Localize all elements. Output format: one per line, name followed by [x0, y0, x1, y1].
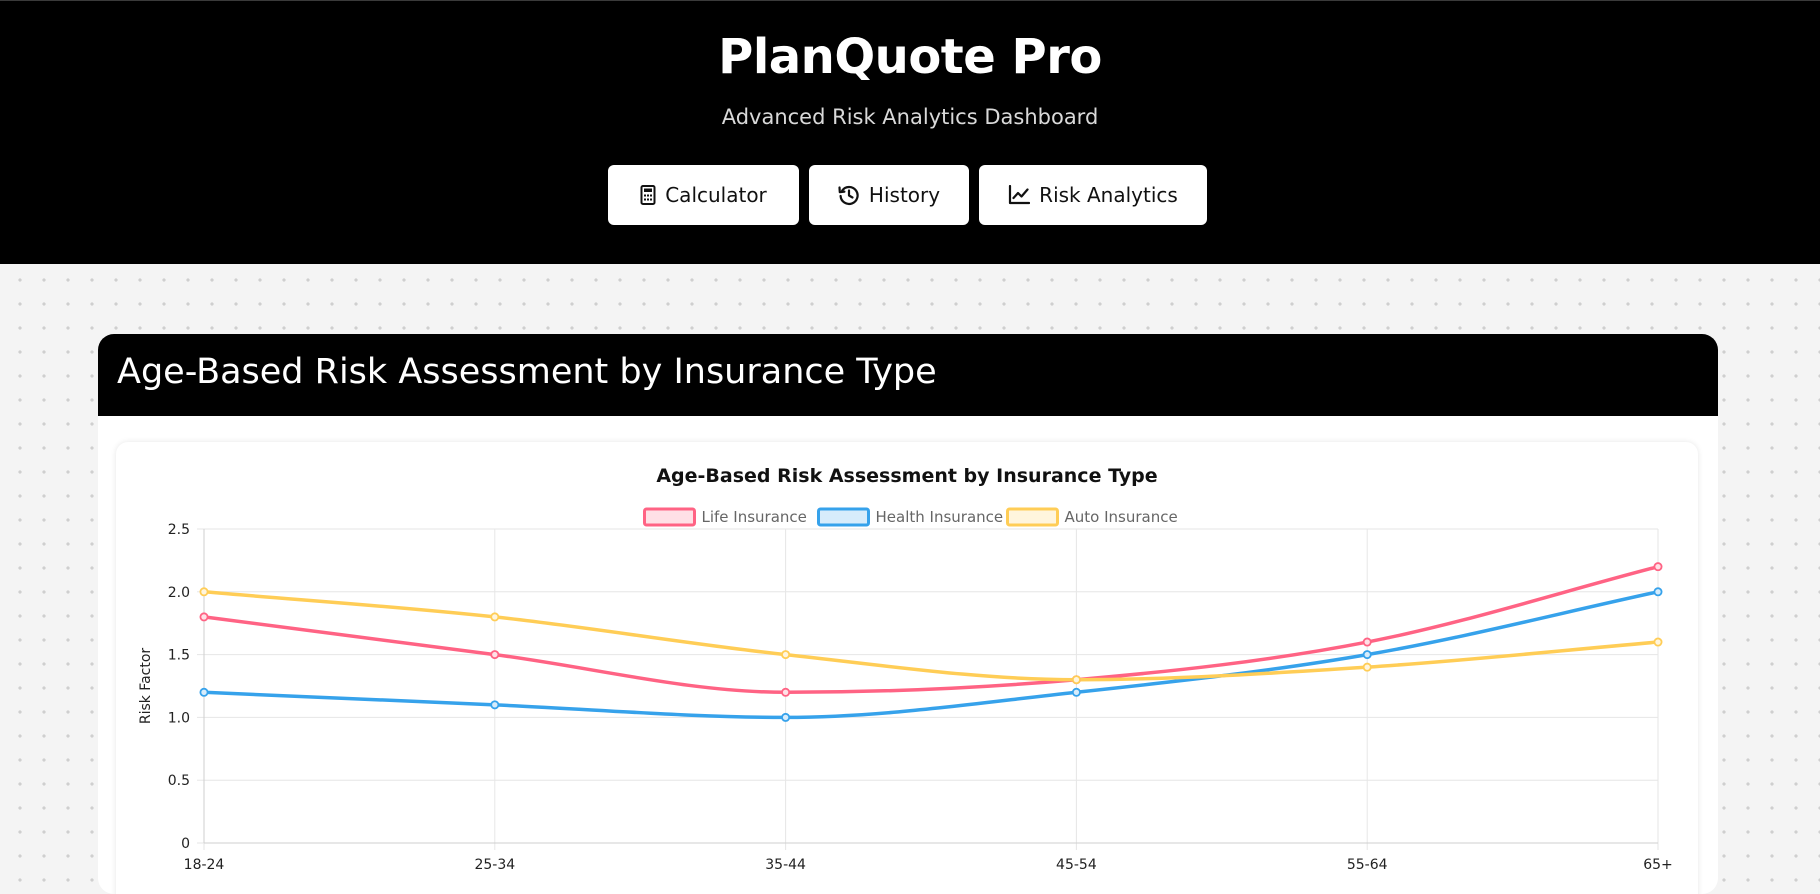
- data-point-2-2: [781, 650, 791, 660]
- risk-analytics-button-label: Risk Analytics: [1039, 183, 1178, 207]
- legend-swatch-2: [1006, 507, 1059, 527]
- card-header: Age-Based Risk Assessment by Insurance T…: [98, 334, 1718, 416]
- data-point-0-1: [490, 650, 500, 660]
- data-point-1-1: [490, 700, 500, 710]
- risk-analytics-button[interactable]: Risk Analytics: [979, 165, 1207, 225]
- data-point-1-3: [1071, 687, 1081, 697]
- chart-title: Age-Based Risk Assessment by Insurance T…: [656, 465, 1157, 487]
- data-point-2-4: [1362, 662, 1372, 672]
- data-point-2-0: [199, 587, 209, 597]
- history-button[interactable]: History: [809, 165, 969, 225]
- y-tick-label-4: 2.0: [168, 585, 190, 601]
- data-point-1-2: [781, 712, 791, 722]
- data-point-0-2: [781, 687, 791, 697]
- y-tick-label-1: 0.5: [168, 773, 190, 789]
- data-point-1-4: [1362, 650, 1372, 660]
- data-point-0-5: [1653, 562, 1663, 572]
- y-tick-label-0: 0: [181, 836, 190, 852]
- data-point-2-5: [1653, 637, 1663, 647]
- legend-swatch-0: [643, 507, 696, 527]
- legend-label-0: Life Insurance: [702, 508, 807, 526]
- legend-swatch-1: [817, 507, 870, 527]
- calculator-button[interactable]: Calculator: [608, 165, 799, 225]
- series-line-0: [202, 564, 1660, 695]
- app-subtitle: Advanced Risk Analytics Dashboard: [721, 105, 1099, 129]
- x-tick-label-4: 55-64: [1347, 857, 1388, 873]
- y-tick-label-2: 1.0: [168, 710, 190, 726]
- x-tick-label-5: 65+: [1643, 857, 1673, 873]
- legend-label-1: Health Insurance: [876, 508, 1004, 526]
- line-chart-icon: [1008, 185, 1031, 205]
- data-point-0-4: [1362, 637, 1372, 647]
- history-button-label: History: [868, 183, 941, 207]
- app-title: PlanQuote Pro: [718, 29, 1102, 85]
- risk-line-chart: Age-Based Risk Assessment by Insurance T…: [138, 465, 1673, 873]
- x-tick-label-2: 35-44: [765, 857, 806, 873]
- y-axis-label: Risk Factor: [138, 648, 154, 725]
- data-point-1-5: [1653, 587, 1663, 597]
- data-point-2-1: [490, 612, 500, 622]
- y-tick-label-5: 2.5: [168, 522, 190, 538]
- data-point-0-0: [199, 612, 209, 622]
- risk-assessment-card: Age-Based Risk Assessment by Insurance T…: [98, 334, 1718, 894]
- calculator-button-label: Calculator: [665, 183, 767, 207]
- calculator-icon: [640, 185, 656, 205]
- x-tick-label-3: 45-54: [1056, 857, 1097, 873]
- section-title: Age-Based Risk Assessment by Insurance T…: [117, 352, 937, 392]
- history-icon: [838, 184, 860, 206]
- app-header: PlanQuote Pro Advanced Risk Analytics Da…: [0, 0, 1820, 264]
- data-point-2-3: [1071, 675, 1081, 685]
- data-point-1-0: [199, 687, 209, 697]
- x-tick-label-1: 25-34: [474, 857, 515, 873]
- y-tick-label-3: 1.5: [168, 648, 190, 664]
- chart-panel: Age-Based Risk Assessment by Insurance T…: [116, 442, 1698, 894]
- legend-label-2: Auto Insurance: [1065, 508, 1178, 526]
- x-tick-label-0: 18-24: [184, 857, 225, 873]
- series-line-2: [202, 590, 1660, 682]
